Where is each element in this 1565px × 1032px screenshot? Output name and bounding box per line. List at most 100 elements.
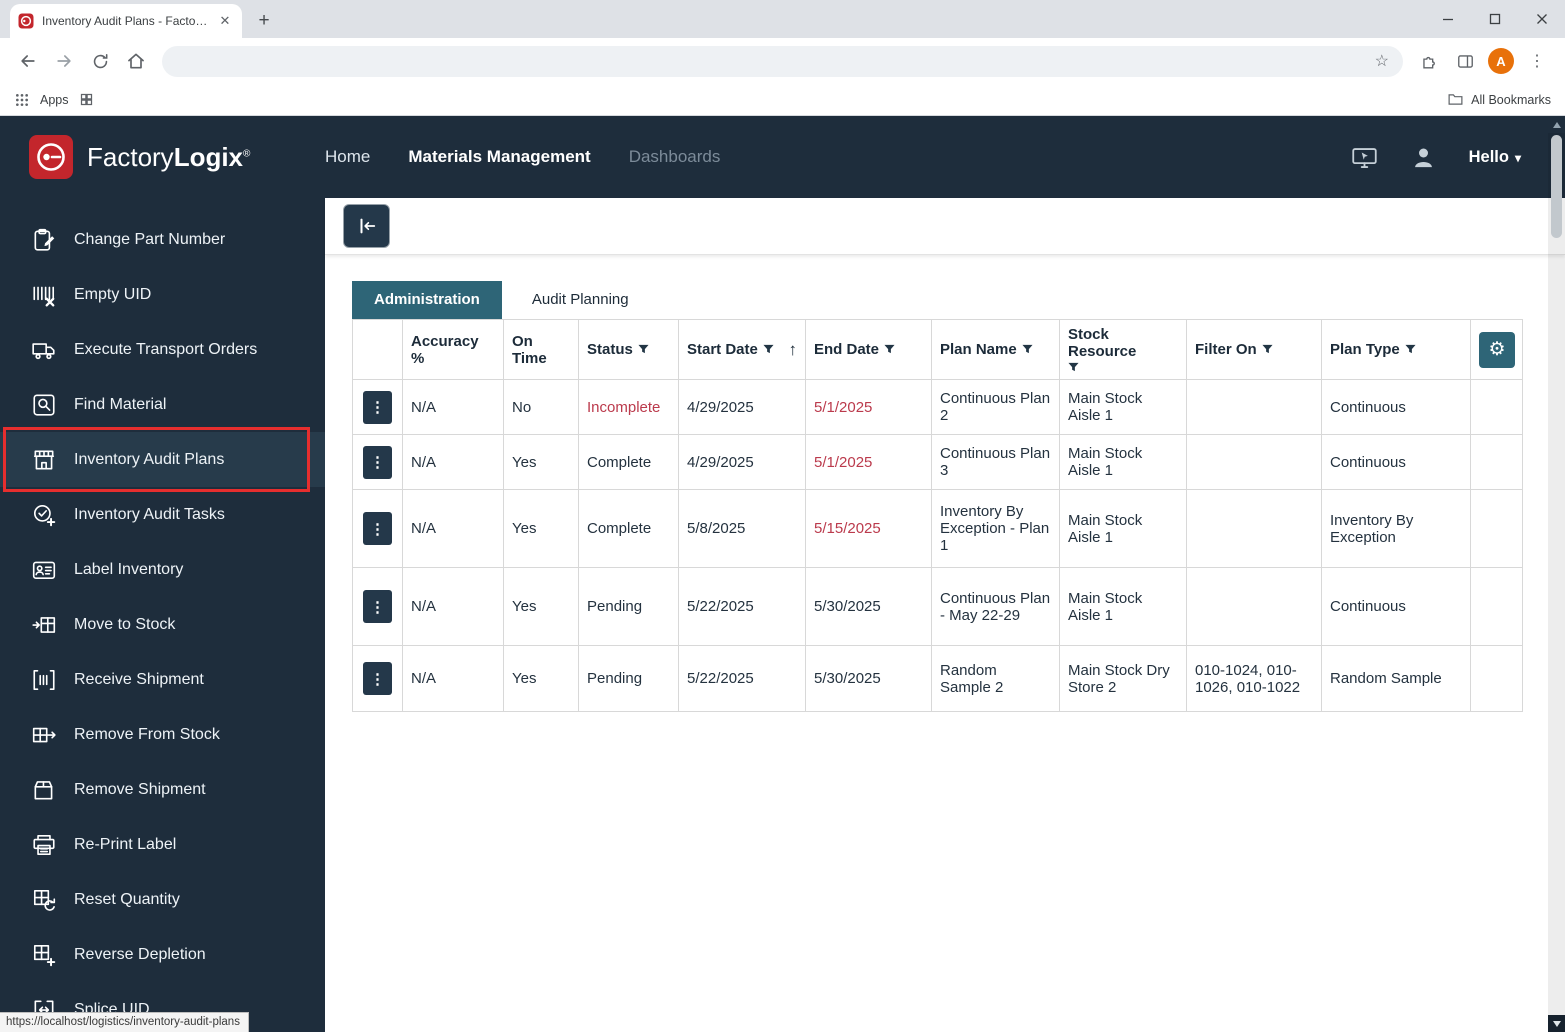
cell-on-time: Yes [504,490,579,568]
nav-dashboards[interactable]: Dashboards [629,147,721,167]
browser-tab[interactable]: Inventory Audit Plans - FactoryL ✕ [10,4,242,38]
sidebar-item-reverse-depletion[interactable]: Reverse Depletion [0,927,325,982]
column-header-end-date[interactable]: End Date [806,320,932,380]
sidebar-item-remove-shipment[interactable]: Remove Shipment [0,762,325,817]
sidebar-item-re-print-label[interactable]: Re-Print Label [0,817,325,872]
table-row: ⋮ N/A Yes Pending 5/22/2025 5/30/2025 Ra… [353,646,1523,712]
apps-label[interactable]: Apps [40,93,69,107]
box-arrow-in-icon [30,612,58,638]
cell-end-date: 5/30/2025 [806,646,932,712]
browser-window: Inventory Audit Plans - FactoryL ✕ + [0,0,1565,1032]
table-row: ⋮ N/A Yes Pending 5/22/2025 5/30/2025 Co… [353,568,1523,646]
cell-on-time: No [504,380,579,435]
column-header-filter-on[interactable]: Filter On [1187,320,1322,380]
user-menu[interactable]: Hello▾ [1469,148,1521,167]
sidebar-item-label: Re-Print Label [74,836,176,854]
profile-avatar[interactable]: A [1485,45,1517,77]
folder-icon [1447,91,1464,108]
content-tabs: Administration Audit Planning [352,281,1565,319]
column-header-plan-name[interactable]: Plan Name [932,320,1060,380]
cell-status: Complete [579,490,679,568]
cell-status: Complete [579,435,679,490]
sidebar-item-label: Change Part Number [74,231,225,249]
nav-materials-management[interactable]: Materials Management [408,147,590,167]
window-close-button[interactable] [1518,0,1565,38]
app-header: FactoryLogix® Home Materials Management … [0,116,1565,198]
cell-plan-type: Random Sample [1322,646,1471,712]
column-header-plan-type[interactable]: Plan Type [1322,320,1471,380]
column-header-on-time[interactable]: On Time [504,320,579,380]
main-content: Administration Audit Planning Accuracy %… [325,198,1565,1032]
brand-logo[interactable]: FactoryLogix® [0,134,325,180]
search-box-icon [30,392,58,418]
omnibox[interactable]: ☆ [162,46,1403,77]
box-plus-icon [30,942,58,968]
cell-plan-name: Random Sample 2 [932,646,1060,712]
forward-button[interactable] [48,45,80,77]
sidebar-item-receive-shipment[interactable]: Receive Shipment [0,652,325,707]
sidebar-item-label: Inventory Audit Tasks [74,506,225,524]
cell-plan-type: Continuous [1322,380,1471,435]
extensions-icon[interactable] [1413,45,1445,77]
apps-shortcut-icon[interactable] [79,92,94,107]
column-header-start-date[interactable]: Start Date↑ [679,320,806,380]
back-button[interactable] [12,45,44,77]
sidebar-item-inventory-audit-plans[interactable]: Inventory Audit Plans [0,432,325,487]
bookmark-star-icon[interactable]: ☆ [1375,51,1389,71]
row-actions-button[interactable]: ⋮ [363,662,392,695]
row-actions-button[interactable]: ⋮ [363,512,392,545]
collapse-sidebar-button[interactable] [343,204,390,248]
tab-strip: Inventory Audit Plans - FactoryL ✕ + [0,0,1565,38]
favicon [18,13,34,29]
window-minimize-button[interactable] [1424,0,1471,38]
new-tab-button[interactable]: + [250,7,278,35]
apps-grid-icon[interactable] [14,92,30,108]
sidebar-item-execute-transport-orders[interactable]: Execute Transport Orders [0,322,325,377]
column-header-settings: ⚙ [1471,320,1523,380]
audit-plans-table: Accuracy % On Time Status Start Date↑ En… [352,319,1523,712]
cell-plan-type: Continuous [1322,568,1471,646]
cell-filter-on [1187,568,1322,646]
barcode-clear-icon [30,282,58,308]
window-maximize-button[interactable] [1471,0,1518,38]
sidebar-item-find-material[interactable]: Find Material [0,377,325,432]
side-panel-icon[interactable] [1449,45,1481,77]
home-button[interactable] [120,45,152,77]
all-bookmarks-label: All Bookmarks [1471,93,1551,107]
scrollbar-thumb[interactable] [1551,135,1562,238]
column-header-stock-resource[interactable]: Stock Resource [1060,320,1187,380]
page-scrollbar[interactable] [1548,116,1565,1032]
user-icon[interactable] [1410,144,1437,171]
sidebar-item-remove-from-stock[interactable]: Remove From Stock [0,707,325,762]
scroll-up-arrow[interactable] [1548,116,1565,133]
chevron-down-icon: ▾ [1515,151,1521,165]
filter-icon [1405,344,1416,355]
gear-icon[interactable]: ⚙ [1479,332,1515,368]
sidebar-item-reset-quantity[interactable]: Reset Quantity [0,872,325,927]
table-row: ⋮ N/A No Incomplete 4/29/2025 5/1/2025 C… [353,380,1523,435]
sidebar-item-change-part-number[interactable]: Change Part Number [0,212,325,267]
scroll-down-arrow[interactable] [1548,1015,1565,1032]
sidebar-item-inventory-audit-tasks[interactable]: Inventory Audit Tasks [0,487,325,542]
browser-menu-icon[interactable]: ⋮ [1521,45,1553,77]
cell-status: Incomplete [579,380,679,435]
all-bookmarks[interactable]: All Bookmarks [1447,91,1551,108]
nav-home[interactable]: Home [325,147,370,167]
tab-audit-planning[interactable]: Audit Planning [502,281,659,319]
storefront-icon [30,447,58,473]
reload-button[interactable] [84,45,116,77]
screen-share-icon[interactable] [1351,144,1378,171]
column-header-status[interactable]: Status [579,320,679,380]
row-actions-button[interactable]: ⋮ [363,446,392,479]
cell-filter-on: 010-1024, 010-1026, 010-1022 [1187,646,1322,712]
tab-close-icon[interactable]: ✕ [216,12,234,30]
cell-end-date: 5/1/2025 [806,380,932,435]
sidebar-item-label-inventory[interactable]: Label Inventory [0,542,325,597]
url-input[interactable] [176,54,1375,69]
sidebar-item-move-to-stock[interactable]: Move to Stock [0,597,325,652]
column-header-accuracy[interactable]: Accuracy % [403,320,504,380]
row-actions-button[interactable]: ⋮ [363,590,392,623]
sidebar-item-empty-uid[interactable]: Empty UID [0,267,325,322]
row-actions-button[interactable]: ⋮ [363,391,392,424]
tab-administration[interactable]: Administration [352,281,502,319]
